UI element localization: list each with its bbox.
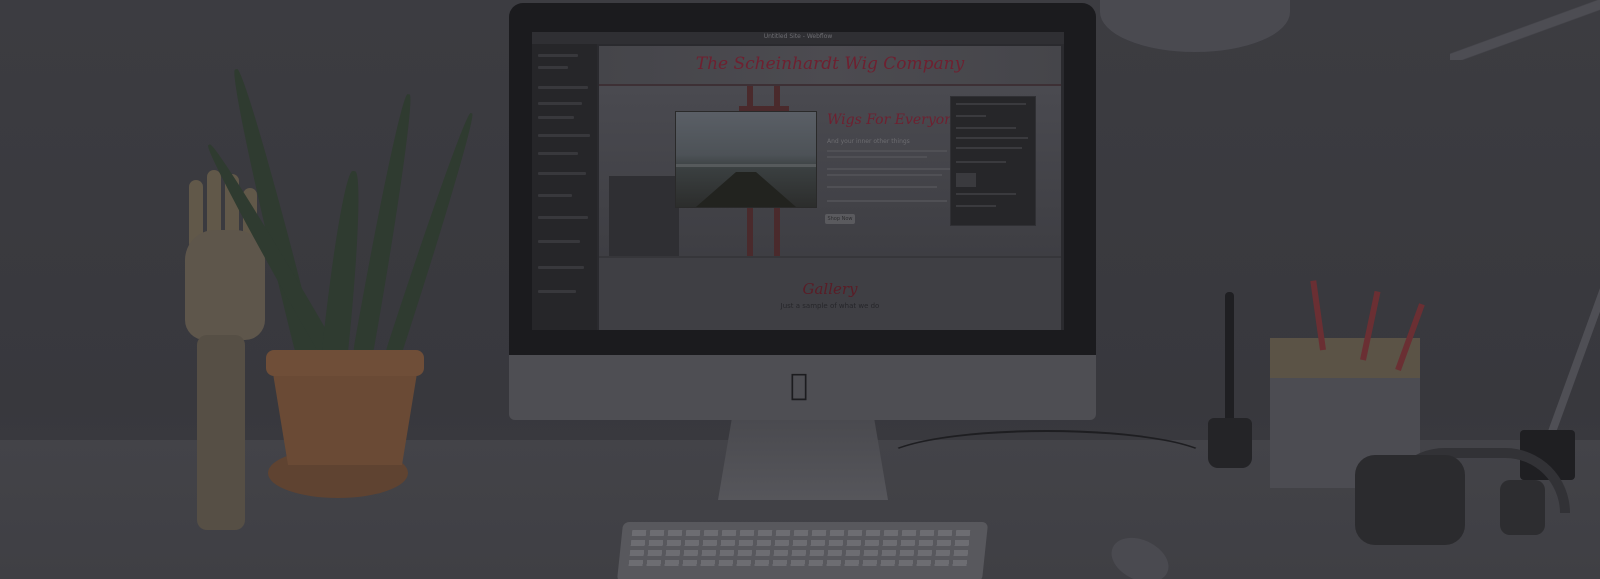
lamp-arm	[1450, 0, 1600, 60]
editor-window-title: Untitled Site - Webflow	[763, 33, 833, 40]
lamp-shade	[1100, 0, 1290, 52]
panel-line	[956, 115, 986, 117]
sidebar-line	[538, 172, 586, 175]
hero-text-line	[827, 168, 952, 170]
sidebar-line	[538, 240, 580, 243]
desk-scene:  Untitled Site - Webflow The Scheinhard…	[0, 0, 1600, 579]
wooden-forearm	[197, 335, 245, 530]
panel-line	[956, 193, 1016, 195]
sidebar-line	[538, 290, 576, 293]
panel-line	[956, 205, 996, 207]
cable	[880, 430, 1214, 494]
sidebar-line	[538, 116, 574, 119]
panel-line	[956, 103, 1026, 105]
sidebar-line	[538, 194, 572, 197]
railway-track	[696, 172, 796, 207]
key-row	[629, 550, 971, 556]
panel-line	[956, 161, 1006, 163]
key-row	[630, 540, 972, 546]
gallery-title[interactable]: Gallery	[599, 280, 1061, 298]
imac-screen: Untitled Site - Webflow The Scheinhardt …	[532, 32, 1064, 330]
sidebar-line	[538, 216, 588, 219]
site-header: The Scheinhardt Wig Company	[599, 46, 1061, 86]
hero-subheading[interactable]: And your inner other things	[827, 138, 910, 145]
wireless-keyboard	[616, 522, 989, 579]
pen-holder	[1208, 418, 1252, 468]
editor-sidebar	[532, 44, 597, 330]
apple-logo-icon: 	[790, 368, 808, 403]
headphone-earcup	[1500, 480, 1545, 535]
hero-button[interactable]: Shop Now	[825, 214, 855, 224]
imac-stand	[718, 420, 888, 500]
sidebar-line	[538, 152, 578, 155]
panel-line	[956, 147, 1022, 149]
bridge-structure	[609, 176, 679, 256]
hero-text-line	[827, 156, 927, 158]
gallery-subtitle[interactable]: Just a sample of what we do	[599, 302, 1061, 310]
gallery-section: Gallery Just a sample of what we do	[599, 258, 1061, 330]
sidebar-line	[538, 266, 584, 269]
panel-swatch	[956, 173, 976, 187]
site-title[interactable]: The Scheinhardt Wig Company	[599, 54, 1061, 74]
sidebar-line	[538, 86, 588, 89]
key-row	[628, 560, 970, 566]
desk-lamp-pole	[1545, 213, 1600, 442]
headphones	[1355, 455, 1465, 545]
sidebar-line	[538, 102, 582, 105]
panel-line	[956, 127, 1016, 129]
sidebar-line	[538, 54, 578, 57]
stylus-pen	[1225, 292, 1234, 422]
wooden-palm	[185, 230, 265, 340]
key-row	[631, 530, 973, 536]
hero-text-line	[827, 200, 947, 202]
hero-text-line	[827, 150, 947, 152]
sidebar-line	[538, 134, 590, 137]
sidebar-line	[538, 66, 568, 69]
horizon-line	[676, 164, 816, 167]
hero-text-line	[827, 186, 937, 188]
editor-style-panel	[950, 96, 1036, 226]
hero-photo-railway	[675, 111, 817, 208]
pot-rim	[266, 350, 424, 376]
panel-line	[956, 137, 1028, 139]
hero-heading[interactable]: Wigs For Everyone	[827, 112, 961, 128]
hero-text-line	[827, 174, 942, 176]
pencil-cup-band	[1270, 338, 1420, 378]
